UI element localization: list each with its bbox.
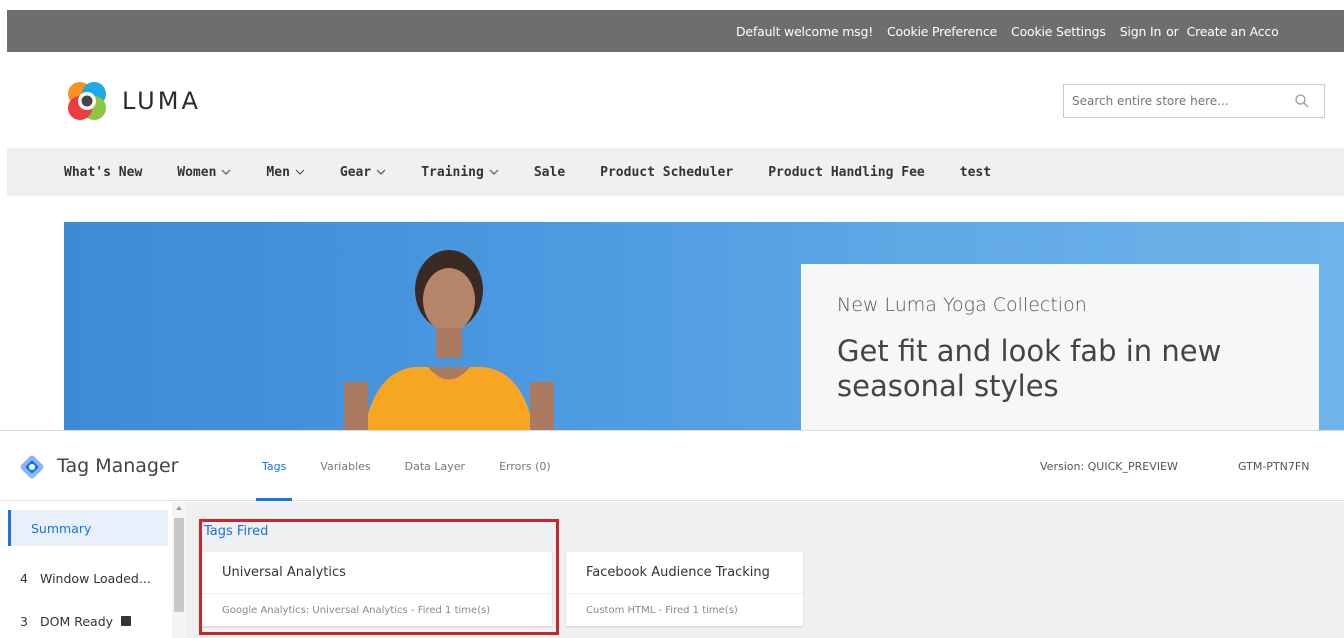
nav-product-scheduler[interactable]: Product Scheduler bbox=[600, 165, 733, 180]
search-box[interactable] bbox=[1063, 84, 1325, 118]
luma-logo-icon bbox=[68, 82, 106, 120]
chevron-down-icon bbox=[221, 169, 231, 175]
sidebar-item-label: DOM Ready bbox=[40, 613, 114, 629]
nav-whats-new[interactable]: What's New bbox=[64, 165, 142, 180]
hero-model-image bbox=[344, 250, 554, 430]
tag-description: Custom HTML - Fired 1 time(s) bbox=[586, 604, 738, 616]
or-text: or bbox=[1166, 23, 1179, 39]
sign-in-link[interactable]: Sign In bbox=[1120, 24, 1162, 39]
main-navigation: What's New Women Men Gear Training Sale … bbox=[7, 148, 1344, 196]
chevron-down-icon bbox=[295, 169, 305, 175]
search-icon[interactable] bbox=[1294, 93, 1310, 109]
tags-content: Tags Fired Universal Analytics Google An… bbox=[186, 502, 1344, 638]
sidebar-item-label: Summary bbox=[31, 520, 92, 536]
header-links: Default welcome msg! Cookie Preference C… bbox=[724, 10, 1344, 52]
sidebar-scrollbar[interactable] bbox=[172, 502, 186, 638]
nav-label: Product Handling Fee bbox=[768, 164, 925, 180]
tag-card-universal-analytics[interactable]: Universal Analytics Google Analytics: Un… bbox=[202, 552, 552, 626]
tags-fired-heading: Tags Fired bbox=[204, 524, 269, 539]
tab-variables[interactable]: Variables bbox=[320, 431, 370, 501]
nav-men[interactable]: Men bbox=[266, 164, 305, 180]
logo-text: LUMA bbox=[122, 87, 201, 115]
nav-label: test bbox=[959, 164, 992, 180]
nav-test[interactable]: test bbox=[960, 165, 991, 180]
message-icon bbox=[121, 616, 132, 626]
nav-label: Gear bbox=[339, 164, 372, 180]
cookie-preference-link[interactable]: Cookie Preference bbox=[887, 24, 997, 39]
nav-sale[interactable]: Sale bbox=[534, 165, 565, 180]
nav-label: Sale bbox=[533, 164, 566, 180]
tag-manager-header: Tag Manager Tags Variables Data Layer Er… bbox=[0, 431, 1344, 501]
nav-label: Product Scheduler bbox=[600, 164, 734, 180]
nav-product-handling-fee[interactable]: Product Handling Fee bbox=[768, 165, 925, 180]
tag-manager-panel: Tag Manager Tags Variables Data Layer Er… bbox=[0, 430, 1344, 638]
chevron-down-icon bbox=[376, 169, 386, 175]
container-id: GTM-PTN7FN bbox=[1238, 460, 1310, 473]
welcome-message: Default welcome msg! bbox=[736, 23, 874, 39]
hero-headline: Get fit and look fab in new seasonal sty… bbox=[837, 334, 1222, 403]
tag-name: Universal Analytics bbox=[202, 552, 552, 594]
hero-banner[interactable]: New Luma Yoga Collection Get fit and loo… bbox=[64, 222, 1344, 430]
tag-manager-title: Tag Manager bbox=[57, 455, 179, 477]
tag-name: Facebook Audience Tracking bbox=[566, 552, 803, 594]
hero-kicker: New Luma Yoga Collection bbox=[837, 294, 1087, 316]
tab-data-layer[interactable]: Data Layer bbox=[405, 431, 465, 501]
event-number: 4 bbox=[20, 570, 28, 586]
cookie-settings-link[interactable]: Cookie Settings bbox=[1011, 24, 1106, 39]
nav-label: Training bbox=[421, 164, 484, 180]
tag-description: Google Analytics: Universal Analytics - … bbox=[222, 604, 491, 616]
nav-label: Women bbox=[177, 164, 217, 180]
nav-women[interactable]: Women bbox=[177, 165, 231, 180]
create-account-link[interactable]: Create an Acco bbox=[1187, 24, 1279, 39]
sidebar-item-window-loaded[interactable]: 4 Window Loaded... bbox=[8, 560, 168, 596]
version-label: Version: QUICK_PREVIEW bbox=[1040, 460, 1178, 473]
scroll-thumb[interactable] bbox=[174, 518, 184, 612]
nav-gear[interactable]: Gear bbox=[340, 165, 386, 180]
nav-training[interactable]: Training bbox=[421, 165, 499, 180]
sidebar-item-summary[interactable]: Summary bbox=[8, 510, 168, 546]
sidebar-item-dom-ready[interactable]: 3 DOM Ready bbox=[8, 603, 168, 638]
tag-manager-tabs: Tags Variables Data Layer Errors (0) bbox=[255, 431, 551, 501]
top-header-bar: Default welcome msg! Cookie Preference C… bbox=[7, 10, 1344, 52]
nav-label: Men bbox=[266, 164, 290, 180]
search-input[interactable] bbox=[1072, 94, 1292, 108]
event-sidebar: Summary 4 Window Loaded... 3 DOM Ready bbox=[0, 502, 172, 638]
tag-card-facebook-audience[interactable]: Facebook Audience Tracking Custom HTML -… bbox=[566, 552, 803, 626]
event-number: 3 bbox=[20, 613, 28, 629]
store-logo[interactable]: LUMA bbox=[64, 78, 201, 124]
sidebar-item-label: Window Loaded... bbox=[40, 570, 151, 586]
nav-label: What's New bbox=[64, 164, 143, 180]
chevron-down-icon bbox=[489, 169, 499, 175]
hero-promo-panel: New Luma Yoga Collection Get fit and loo… bbox=[801, 264, 1319, 430]
tab-errors[interactable]: Errors (0) bbox=[499, 431, 551, 501]
gtm-logo-icon bbox=[20, 455, 44, 479]
tab-tags[interactable]: Tags bbox=[255, 431, 293, 501]
scroll-up-arrow-icon[interactable] bbox=[176, 506, 182, 510]
